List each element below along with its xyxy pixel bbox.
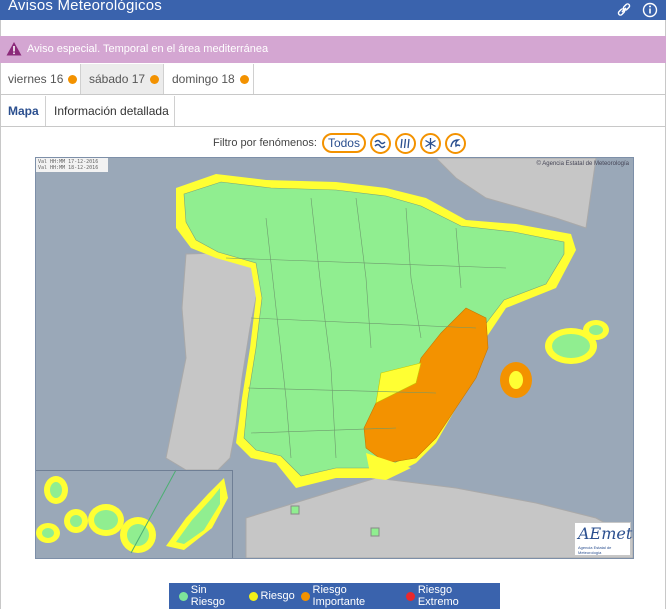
legend-dot: [406, 591, 415, 601]
legend-item: Riesgo: [248, 590, 295, 602]
canary-inset-frame: [36, 470, 233, 558]
tab-label: Información detallada: [54, 104, 169, 118]
tab-label: domingo 18: [172, 72, 235, 86]
tab-label: Mapa: [8, 104, 39, 118]
legend-dot: [248, 591, 258, 601]
logo-subtext: Agencia Estatal de Meteorología: [578, 545, 612, 555]
legend-item: Riesgo Extremo: [406, 584, 494, 608]
tab-mapa[interactable]: Mapa: [0, 96, 46, 126]
legend-dot: [179, 591, 188, 601]
rain-icon[interactable]: [394, 132, 416, 154]
logo-text: AEmet: [578, 524, 633, 543]
wind-icon[interactable]: [369, 132, 391, 154]
tab-label: viernes 16: [8, 72, 64, 86]
validity-dates: Val HH:MM 17-12-2016 Val HH:MM 18-12-201…: [36, 158, 108, 172]
tab-sabado[interactable]: sábado 17: [81, 64, 164, 94]
snow-icon[interactable]: [419, 132, 441, 154]
tab-domingo[interactable]: domingo 18: [164, 64, 254, 94]
legend-item: Riesgo Importante: [300, 584, 400, 608]
page-title: Avisos Meteorológicos: [8, 0, 162, 14]
info-icon[interactable]: [642, 2, 658, 18]
legend-label: Riesgo: [260, 590, 295, 602]
warning-icon: [6, 41, 22, 57]
validity-line: Val HH:MM 18-12-2016: [38, 165, 99, 171]
status-dot: [68, 74, 78, 84]
legend-label: Riesgo Extremo: [417, 584, 459, 608]
status-dot: [239, 74, 249, 84]
link-icon[interactable]: [616, 2, 632, 18]
map-copyright: © Agencia Estatal de Meteorología: [536, 161, 629, 167]
status-dot: [150, 74, 160, 84]
filter-label: Filtro por fenómenos:: [213, 137, 317, 149]
tab-label: sábado 17: [89, 72, 146, 86]
alert-text: Aviso especial. Temporal en el área medi…: [27, 43, 269, 55]
view-tabs: Mapa Información detallada: [0, 96, 666, 127]
risk-legend: Sin Riesgo Riesgo Riesgo Importante Ries…: [169, 583, 500, 609]
day-tabs: viernes 16 sábado 17 domingo 18: [0, 64, 666, 95]
aemet-logo: AEmet Agencia Estatal de Meteorología: [574, 522, 633, 556]
legend-dot: [300, 591, 310, 601]
tab-viernes[interactable]: viernes 16: [0, 64, 81, 94]
legend-label: Riesgo Importante: [312, 584, 366, 608]
phenomena-filter: Filtro por fenómenos: Todos: [213, 132, 466, 154]
special-alert-banner[interactable]: Aviso especial. Temporal en el área medi…: [0, 36, 666, 63]
header-icons: [616, 0, 658, 20]
tab-informacion-detallada[interactable]: Información detallada: [46, 96, 175, 126]
legend-label: Sin Riesgo: [190, 584, 226, 608]
warnings-map[interactable]: Val HH:MM 17-12-2016 Val HH:MM 18-12-201…: [35, 157, 634, 559]
legend-item: Sin Riesgo: [179, 584, 243, 608]
coast-icon[interactable]: [444, 132, 466, 154]
filter-all-button[interactable]: Todos: [321, 133, 366, 153]
title-bar: Avisos Meteorológicos: [0, 0, 666, 20]
